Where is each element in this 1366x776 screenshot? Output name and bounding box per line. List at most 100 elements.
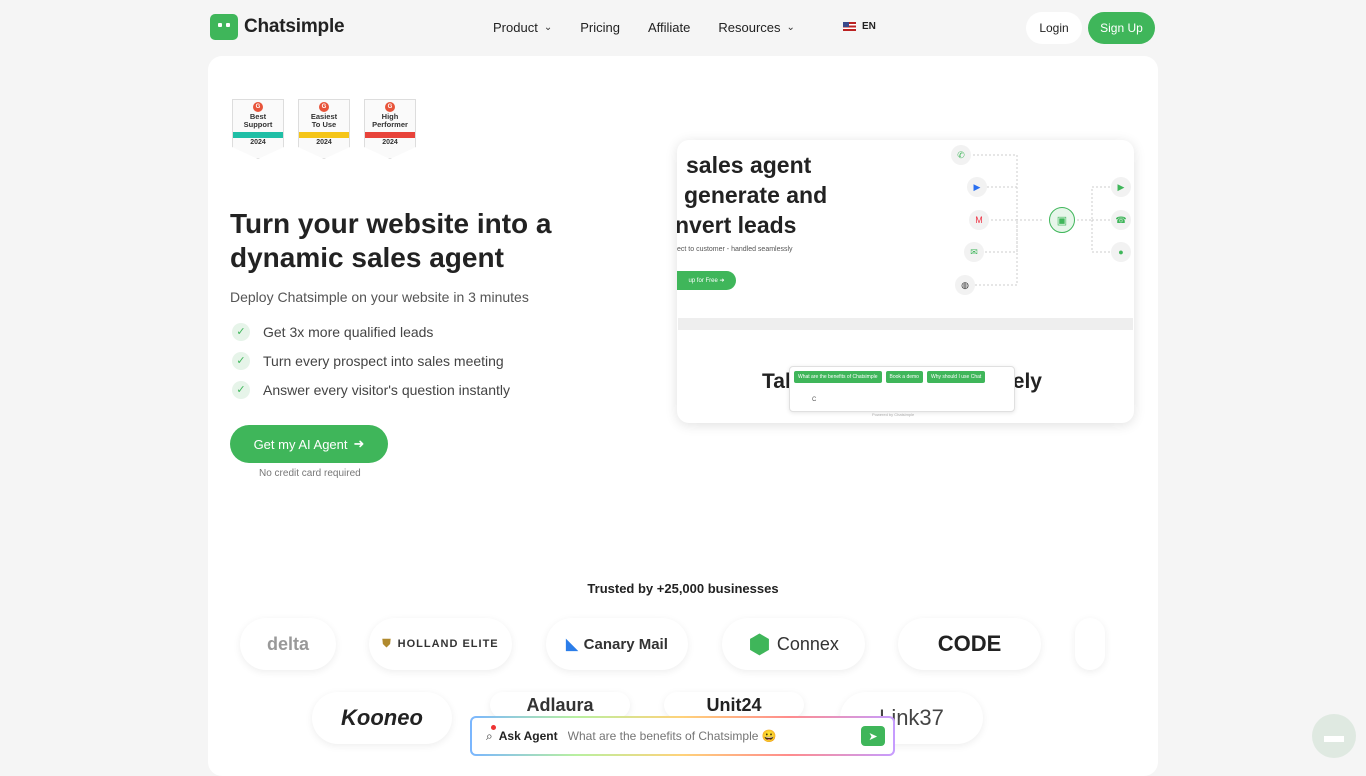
- benefit-item: ✓ Get 3x more qualified leads: [232, 317, 510, 346]
- badge-line2: Support: [243, 120, 273, 129]
- logo-unit24: Unit24: [664, 692, 804, 718]
- logo-canary-mail: ◣ Canary Mail: [546, 618, 688, 670]
- chat-logo-icon: [210, 14, 238, 40]
- trusted-heading: Trusted by +25,000 businesses: [587, 581, 779, 596]
- benefit-text: Answer every visitor's question instantl…: [263, 381, 510, 398]
- chatsimple-hub-icon: ▣: [1049, 207, 1075, 233]
- demo-big-right: ely: [1012, 370, 1042, 393]
- logo-code: CODE: [898, 618, 1041, 670]
- logo-text: CODE: [937, 631, 1002, 656]
- nav-product-label: Product: [493, 20, 538, 35]
- check-icon: ✓: [232, 351, 250, 370]
- brand-logo[interactable]: Chatsimple: [210, 14, 345, 40]
- logo-text: delta: [266, 633, 309, 654]
- hero-subtitle: Deploy Chatsimple on your website in 3 m…: [230, 289, 529, 305]
- suggestion-chip: Book a demo: [885, 371, 923, 383]
- hexagon-icon: ⬢: [748, 628, 771, 659]
- signup-button[interactable]: Sign Up: [1088, 12, 1155, 44]
- benefit-text: Turn every prospect into sales meeting: [263, 352, 504, 369]
- badge-stripe: [299, 132, 349, 138]
- chat-icon: ●: [1111, 242, 1131, 262]
- benefit-item: ✓ Turn every prospect into sales meeting: [232, 346, 510, 375]
- logo-text: Connex: [776, 633, 839, 654]
- badge-high-performer: G High Performer 2024: [364, 99, 416, 159]
- top-nav: Chatsimple Product ⌄ Pricing Affiliate Re…: [0, 0, 1366, 56]
- chat-launcher-button[interactable]: ▬: [1312, 714, 1356, 758]
- badge-stripe: [365, 132, 415, 138]
- logo-partial: [1075, 618, 1105, 670]
- search-icon: ⌕: [486, 724, 496, 744]
- chat-bubble-icon: ▬: [1324, 724, 1344, 747]
- demo-headline-line: generate and: [684, 182, 828, 208]
- get-ai-agent-button[interactable]: Get my AI Agent ➜: [230, 425, 388, 463]
- benefit-item: ✓ Answer every visitor's question instant…: [232, 375, 510, 404]
- badge-best-support: G Best Support 2024: [232, 99, 284, 159]
- nav-resources-label: Resources: [718, 20, 781, 35]
- video-call-icon: ▶: [1111, 177, 1131, 197]
- logo-connex: ⬢ Connex: [722, 618, 865, 670]
- nav-affiliate[interactable]: Affiliate: [648, 20, 690, 35]
- logo-text: Adlaura: [526, 694, 594, 715]
- benefit-text: Get 3x more qualified leads: [263, 323, 434, 340]
- send-icon: ➤: [868, 730, 878, 743]
- suggestion-chip: What are the benefits of Chatsimple: [794, 371, 882, 383]
- nav-product[interactable]: Product ⌄: [493, 20, 552, 35]
- logo-text: Kooneo: [341, 705, 423, 730]
- nav-pricing[interactable]: Pricing: [580, 20, 620, 35]
- check-icon: ✓: [232, 380, 250, 399]
- canary-icon: ◣: [566, 636, 578, 653]
- demo-divider: [678, 318, 1133, 330]
- whatsapp-icon: ✆: [951, 145, 971, 165]
- chevron-down-icon: ⌄: [543, 22, 553, 33]
- ask-agent-input[interactable]: [567, 729, 861, 743]
- notification-dot: [491, 724, 496, 730]
- powered-by: Powered by Chatsimple: [872, 412, 915, 417]
- nav-pricing-label: Pricing: [580, 20, 620, 35]
- g2-icon: G: [319, 102, 329, 112]
- shield-icon: ⛊: [382, 637, 392, 650]
- demo-headline-line: nvert leads: [677, 212, 797, 238]
- nav-resources[interactable]: Resources ⌄: [718, 20, 795, 35]
- globe-icon: ◍: [955, 275, 975, 295]
- badge-line2: To Use: [311, 120, 337, 129]
- language-label: EN: [862, 21, 876, 32]
- demo-headline: sales agent generate and nvert leads: [677, 150, 827, 240]
- chevron-down-icon: ⌄: [786, 22, 795, 33]
- logo-delta: delta: [240, 618, 336, 670]
- no-credit-card-note: No credit card required: [259, 468, 361, 479]
- logo-text: Unit24: [706, 694, 762, 715]
- login-button[interactable]: Login: [1026, 12, 1082, 44]
- award-badges: G Best Support 2024 G Easiest To Use 2024 …: [232, 99, 416, 159]
- badge-line2: Performer: [372, 120, 408, 129]
- demo-big-left: Tal: [762, 370, 791, 393]
- demo-headline-line: sales agent: [686, 152, 812, 178]
- brand-name: Chatsimple: [244, 16, 345, 37]
- hero-title: Turn your website into a dynamic sales a…: [230, 208, 552, 273]
- video-icon: ▶: [967, 177, 987, 197]
- demo-signup-label: up for Free: [688, 277, 718, 284]
- us-flag-icon: [843, 22, 856, 31]
- ask-agent-label: Ask Agent: [498, 729, 558, 743]
- gmail-icon: M: [969, 210, 989, 230]
- ask-agent-bar[interactable]: ⌕ Ask Agent ➤: [470, 716, 895, 756]
- cta-label: Get my AI Agent: [253, 436, 348, 452]
- badge-stripe: [233, 132, 283, 138]
- demo-chat-input: C: [812, 397, 817, 403]
- demo-video-preview[interactable]: sales agent generate and nvert leads ect…: [677, 140, 1134, 423]
- nav-affiliate-label: Affiliate: [647, 20, 691, 35]
- nav-links: Product ⌄ Pricing Affiliate Resources ⌄: [493, 20, 795, 35]
- logo-adlaura: Adlaura: [490, 692, 630, 718]
- suggestion-chip: Why should I use Chat: [926, 371, 986, 383]
- logo-kooneo: Kooneo: [312, 692, 452, 744]
- language-selector[interactable]: EN: [843, 21, 876, 32]
- g2-icon: G: [253, 102, 263, 112]
- benefit-list: ✓ Get 3x more qualified leads ✓ Turn every…: [232, 317, 510, 404]
- arrow-right-icon: ➜: [353, 436, 365, 451]
- logo-text: Canary Mail: [583, 635, 668, 653]
- g2-icon: G: [385, 102, 395, 112]
- check-icon: ✓: [232, 322, 250, 341]
- sms-icon: ✉: [964, 242, 984, 262]
- badge-year: 2024: [250, 139, 266, 146]
- send-button[interactable]: ➤: [861, 726, 885, 746]
- badge-year: 2024: [382, 139, 398, 146]
